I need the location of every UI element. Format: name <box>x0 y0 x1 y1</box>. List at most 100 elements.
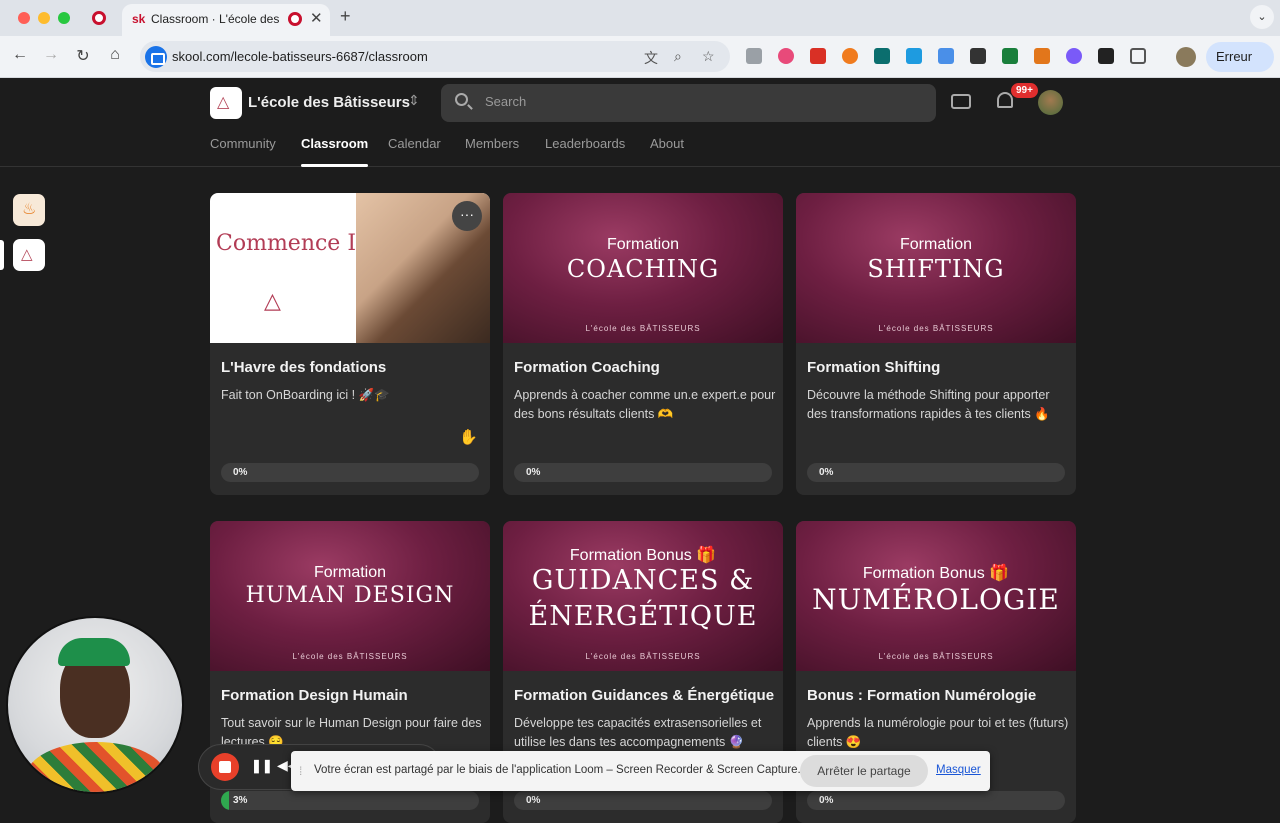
cover-big-text: HUMAN DESIGN <box>245 583 455 608</box>
tab-classroom[interactable]: sk Classroom · L'école des B ✕ <box>122 4 330 36</box>
cover-brand: L'école des BÂTISSEURS <box>585 324 701 333</box>
sidebar-community-torch[interactable]: ♨ <box>13 194 45 226</box>
extension-black-icon[interactable] <box>1098 48 1114 64</box>
address-bar[interactable]: skool.com/lecole-batisseurs-6687/classro… <box>140 41 730 72</box>
course-card[interactable]: Formation COACHING L'école des BÂTISSEUR… <box>503 193 783 495</box>
home-button[interactable]: ⌂ <box>105 46 125 64</box>
reload-button[interactable]: ↻ <box>73 46 93 66</box>
new-tab-button[interactable]: + <box>340 6 351 27</box>
cover-big-text-line2: ÉNERGÉTIQUE <box>528 601 758 632</box>
extension-blue-icon[interactable] <box>906 48 922 64</box>
sidebar-community-batisseurs[interactable]: △ <box>13 239 45 271</box>
browser-tabstrip: sk Classroom · L'école des B ✕ + ⌄ <box>0 0 1280 36</box>
extension-red-icon[interactable] <box>810 48 826 64</box>
course-progress-bar: 0% <box>514 463 772 482</box>
profile-error-button[interactable]: Erreur <box>1206 42 1274 72</box>
cover-big-text: NUMÉROLOGIE <box>812 583 1060 616</box>
translate-icon[interactable]: 文 <box>644 48 658 68</box>
course-menu-button[interactable]: ··· <box>452 201 482 231</box>
tab-community[interactable]: Community <box>210 136 276 151</box>
bookmark-star-icon[interactable]: ☆ <box>702 48 715 65</box>
loom-stop-button[interactable] <box>211 753 239 781</box>
course-description: Fait ton OnBoarding ici ! 🚀🎓 <box>221 388 390 402</box>
metamask-icon[interactable] <box>1034 48 1050 64</box>
close-window-button[interactable] <box>18 12 30 24</box>
back-button[interactable]: ← <box>10 46 30 64</box>
profile-avatar-icon[interactable] <box>1176 47 1196 67</box>
course-cover: Commence ICI ! △ ··· <box>210 193 490 343</box>
extension-orange-icon[interactable] <box>842 48 858 64</box>
course-card[interactable]: Formation SHIFTING L'école des BÂTISSEUR… <box>796 193 1076 495</box>
drag-handle-icon[interactable]: ⁞ <box>299 764 302 778</box>
course-cover: Formation Bonus 🎁 GUIDANCES & ÉNERGÉTIQU… <box>503 521 783 671</box>
progress-fill <box>221 791 229 810</box>
torch-icon: ♨ <box>22 201 37 218</box>
extension-devtools-icon[interactable] <box>746 48 762 64</box>
hide-banner-link[interactable]: Masquer <box>936 764 981 776</box>
skool-app: L'école des Bâtisseurs ⇕ 99+ Community C… <box>0 78 1280 823</box>
progress-label: 0% <box>526 795 541 806</box>
forward-button[interactable]: → <box>41 46 61 64</box>
tab-about[interactable]: About <box>650 136 684 151</box>
course-progress-bar: 0% <box>221 463 479 482</box>
loom-webcam-bubble[interactable] <box>6 616 184 794</box>
cover-big-text: SHIFTING <box>867 255 1005 283</box>
recording-tab-icon[interactable] <box>92 11 106 25</box>
skool-favicon-icon: sk <box>132 12 146 26</box>
zoom-icon[interactable]: ⌕ <box>674 48 682 65</box>
extension-purple-icon[interactable] <box>1066 48 1082 64</box>
user-avatar[interactable] <box>1038 90 1063 115</box>
cover-brand: L'école des BÂTISSEURS <box>292 652 408 661</box>
browser-toolbar: ← → ↻ ⌂ skool.com/lecole-batisseurs-6687… <box>0 36 1280 78</box>
loom-pause-button[interactable]: ❚❚ <box>251 758 273 774</box>
progress-label: 3% <box>233 795 248 806</box>
hand-cursor-icon: ✋ <box>459 429 478 446</box>
community-name[interactable]: L'école des Bâtisseurs <box>248 94 410 111</box>
course-progress-bar: 0% <box>514 791 772 810</box>
screen-share-banner: ⁞ Votre écran est partagé par le biais d… <box>291 751 990 791</box>
maximize-window-button[interactable] <box>58 12 70 24</box>
progress-label: 0% <box>819 467 834 478</box>
course-description: Apprends la numérologie pour toi et tes … <box>807 716 1069 749</box>
cover-top-text: Formation Bonus 🎁 <box>862 565 1010 582</box>
course-cover: Formation SHIFTING L'école des BÂTISSEUR… <box>796 193 1076 343</box>
site-info-icon[interactable] <box>145 46 167 68</box>
tab-calendar[interactable]: Calendar <box>388 136 441 151</box>
extension-eyedropper-icon[interactable] <box>970 48 986 64</box>
minimize-window-button[interactable] <box>38 12 50 24</box>
course-description: Apprends à coacher comme un.e expert.e p… <box>514 388 776 421</box>
share-banner-text: Votre écran est partagé par le biais de … <box>314 764 801 776</box>
progress-label: 0% <box>819 795 834 806</box>
community-header: L'école des Bâtisseurs ⇕ 99+ Community C… <box>0 78 1280 167</box>
search-box[interactable] <box>441 84 936 122</box>
course-card[interactable]: Commence ICI ! △ ··· L'Havre des fondati… <box>210 193 490 495</box>
stop-sharing-button[interactable]: Arrêter le partage <box>800 755 928 787</box>
close-tab-button[interactable]: ✕ <box>310 9 323 27</box>
course-cover: Formation Bonus 🎁 NUMÉROLOGIE L'école de… <box>796 521 1076 671</box>
tab-search-button[interactable]: ⌄ <box>1250 5 1274 29</box>
cover-big-text: GUIDANCES & <box>531 565 755 596</box>
extension-teal-icon[interactable] <box>874 48 890 64</box>
cover-brand: L'école des BÂTISSEURS <box>585 652 701 661</box>
cover-top-text: Formation <box>899 236 973 253</box>
webcam-shirt <box>26 742 166 792</box>
tab-members[interactable]: Members <box>465 136 519 151</box>
extension-download-icon[interactable] <box>938 48 954 64</box>
cover-brand: L'école des BÂTISSEURS <box>878 324 994 333</box>
course-title: Bonus : Formation Numérologie <box>807 687 1037 704</box>
extension-green-icon[interactable] <box>1002 48 1018 64</box>
tab-leaderboards[interactable]: Leaderboards <box>545 136 625 151</box>
search-icon <box>455 93 468 106</box>
tab-title: Classroom · L'école des B <box>151 12 283 26</box>
extensions-puzzle-icon[interactable] <box>1130 48 1146 64</box>
tab-classroom[interactable]: Classroom <box>301 136 369 167</box>
course-progress-bar: 3% <box>221 791 479 810</box>
community-logo[interactable] <box>210 87 242 119</box>
extension-pink-icon[interactable] <box>778 48 794 64</box>
course-title: L'Havre des fondations <box>221 359 387 376</box>
search-input[interactable] <box>485 94 885 109</box>
community-switcher-icon[interactable]: ⇕ <box>408 92 420 109</box>
cover-brand: L'école des BÂTISSEURS <box>878 652 994 661</box>
notifications-bell-icon[interactable] <box>997 92 1013 108</box>
chat-icon[interactable] <box>951 94 971 109</box>
